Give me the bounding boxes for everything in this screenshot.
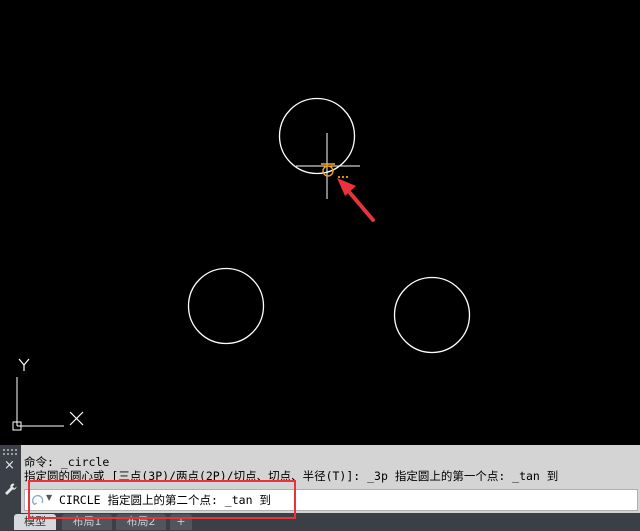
ucs-icon	[12, 358, 84, 431]
circle-left[interactable]	[187, 267, 265, 345]
drawing-canvas[interactable]	[0, 0, 640, 445]
annotation-arrow-icon	[337, 178, 375, 222]
circle-right[interactable]	[393, 276, 471, 354]
annotation-highlight-box	[28, 480, 296, 519]
ucs-x-label	[69, 411, 84, 426]
ucs-y-label	[18, 358, 30, 371]
command-history: 命令: _circle 指定圆的圆心或 [三点(3P)/两点(2P)/切点、切点…	[24, 455, 634, 483]
close-icon[interactable]: ×	[4, 459, 15, 473]
circle-top[interactable]	[278, 97, 356, 175]
history-line: 命令: _circle	[24, 455, 110, 469]
grip-handle[interactable]	[3, 453, 18, 455]
grip-handle[interactable]	[3, 449, 18, 451]
wrench-icon[interactable]	[3, 482, 18, 497]
